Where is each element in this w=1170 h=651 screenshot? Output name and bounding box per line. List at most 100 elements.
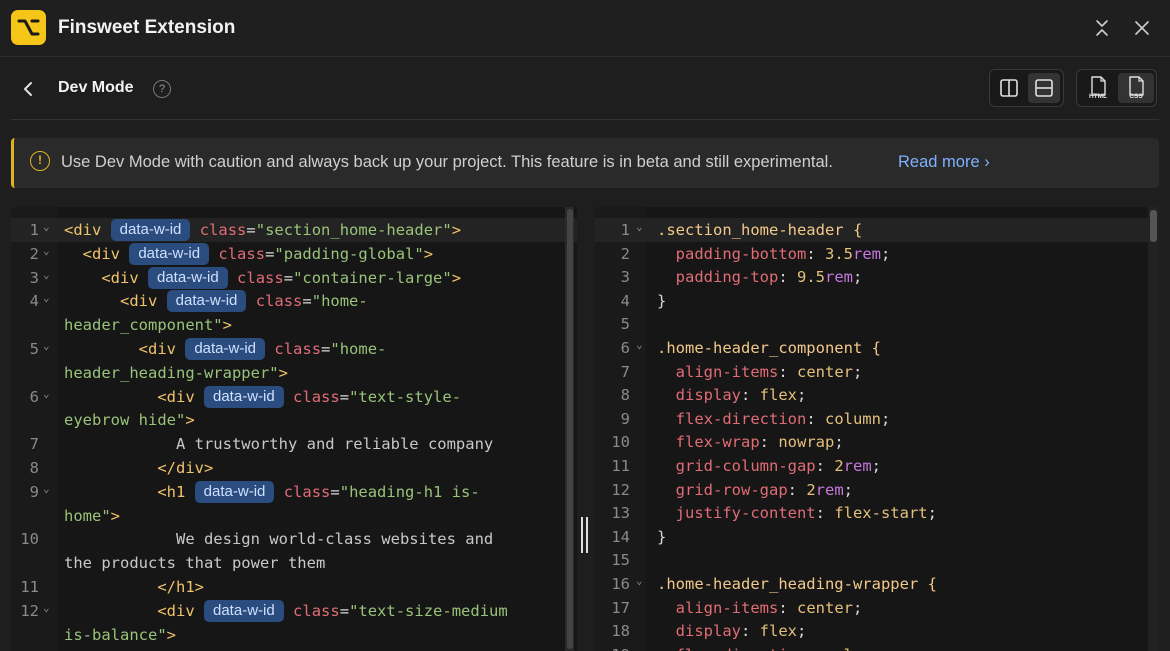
css-value: column xyxy=(825,646,881,651)
code-text: padding-top: 9.5rem; xyxy=(657,265,863,289)
css-unit: rem xyxy=(815,480,844,499)
warning-icon: ! xyxy=(30,151,50,171)
line-number: 10 xyxy=(20,530,39,549)
css-property: grid-row-gap xyxy=(657,480,788,499)
fold-chevron-icon[interactable]: ⌄ xyxy=(43,215,50,239)
page-title: Dev Mode xyxy=(58,79,134,96)
css-colon: : xyxy=(806,409,825,428)
html-code-pane[interactable]: 1 ⌄ <div data-w-id class="section_home-hea… xyxy=(11,207,577,651)
line-number: 6 xyxy=(620,339,630,357)
css-property: padding-bottom xyxy=(657,244,807,263)
css-colon: : xyxy=(741,386,760,405)
css-property: justify-content xyxy=(657,504,816,523)
line-number: 1 xyxy=(29,221,39,239)
code-line: 12 ⌄ <div data-w-id class="text-size-medi… xyxy=(11,599,577,623)
data-w-id-badge[interactable]: data-w-id xyxy=(204,385,284,408)
fold-chevron-icon[interactable]: ⌄ xyxy=(636,333,643,357)
tag-open: <div xyxy=(64,601,195,620)
fold-chevron-icon[interactable]: ⌄ xyxy=(43,382,50,406)
css-semicolon: ; xyxy=(927,504,937,523)
line-number: 2 xyxy=(29,244,39,263)
fold-chevron-icon[interactable]: ⌄ xyxy=(636,569,643,593)
data-w-id-badge[interactable]: data-w-id xyxy=(204,599,284,622)
tag-close: </div> xyxy=(64,459,214,477)
fold-chevron-icon[interactable]: ⌄ xyxy=(636,215,643,239)
line-number: 3 xyxy=(29,268,39,287)
code-text: display: flex; xyxy=(657,383,807,407)
line-number: 16 xyxy=(611,575,630,593)
collapse-icon[interactable] xyxy=(1091,17,1113,39)
css-value: center xyxy=(797,598,853,617)
line-number: 1 xyxy=(620,221,630,239)
data-w-id-badge[interactable]: data-w-id xyxy=(194,480,275,503)
attr-value: home" xyxy=(64,506,111,525)
css-unit: rem xyxy=(852,244,881,263)
code-text: home"> xyxy=(64,504,120,528)
css-property: align-items xyxy=(657,362,779,381)
tag-close: > xyxy=(278,363,288,382)
close-icon[interactable] xyxy=(1131,17,1153,39)
code-line: 6 ⌄ <div data-w-id class="text-style- xyxy=(11,385,577,409)
fold-chevron-icon[interactable]: ⌄ xyxy=(43,596,50,620)
attr-name: class xyxy=(218,244,266,263)
css-colon: : xyxy=(806,244,825,263)
css-semicolon: ; xyxy=(853,598,863,617)
html-label: HTML xyxy=(1088,93,1108,100)
code-line: 11 grid-column-gap: 2rem; xyxy=(594,454,1159,478)
attr-eq: = xyxy=(265,244,275,263)
html-scrollbar-thumb[interactable] xyxy=(567,209,573,649)
code-line: 8 </div> xyxy=(11,456,577,480)
data-w-id-badge[interactable]: data-w-id xyxy=(185,338,266,360)
data-w-id-badge[interactable]: data-w-id xyxy=(166,290,247,313)
title-bar: Finsweet Extension xyxy=(0,0,1170,57)
fold-chevron-icon[interactable]: ⌄ xyxy=(43,477,50,501)
code-line-wrap: is-balance"> xyxy=(11,623,577,647)
attr-name: class xyxy=(237,268,284,287)
split-vertical-icon[interactable] xyxy=(993,73,1025,103)
fold-chevron-icon[interactable]: ⌄ xyxy=(43,334,50,358)
fold-chevron-icon[interactable]: ⌄ xyxy=(43,239,50,263)
css-label: CSS xyxy=(1129,93,1143,100)
css-number: 2 xyxy=(834,457,844,475)
attr-name: class xyxy=(199,221,247,239)
tag-close: > xyxy=(451,221,462,239)
css-colon: : xyxy=(806,646,825,651)
css-code-pane[interactable]: 1 ⌄ .section_home-header {2 padding-bottom… xyxy=(594,207,1159,651)
css-value: nowrap xyxy=(778,433,835,452)
code-line: 17 align-items: center; xyxy=(594,596,1159,620)
fold-chevron-icon[interactable]: ⌄ xyxy=(43,263,50,287)
fold-chevron-icon[interactable]: ⌄ xyxy=(43,286,50,310)
split-horizontal-icon[interactable] xyxy=(1028,73,1060,103)
css-value: center xyxy=(797,362,853,381)
tag-close: </h1> xyxy=(64,578,204,596)
code-text: align-items: center; xyxy=(657,596,863,620)
code-text: display: flex; xyxy=(657,619,807,643)
css-scrollbar-track[interactable] xyxy=(1148,207,1159,651)
css-value: flex-start xyxy=(834,504,928,523)
html-file-icon[interactable]: HTML xyxy=(1080,73,1116,103)
attr-name: class xyxy=(274,340,322,358)
chevron-left-icon[interactable] xyxy=(18,78,40,100)
data-w-id-badge[interactable]: data-w-id xyxy=(129,242,210,265)
data-w-id-badge[interactable]: data-w-id xyxy=(148,266,228,289)
css-property: grid-column-gap xyxy=(657,457,816,475)
code-line-wrap: home"> xyxy=(11,504,577,528)
code-text: header_component"> xyxy=(64,313,232,337)
read-more-link[interactable]: Read more › xyxy=(898,153,990,172)
css-colon: : xyxy=(778,598,797,617)
code-line: 12 grid-row-gap: 2rem; xyxy=(594,478,1159,502)
text-content: We design world-class websites and xyxy=(64,530,494,549)
css-file-icon[interactable]: CSS xyxy=(1118,73,1154,103)
code-line: 7 A trustworthy and reliable company xyxy=(11,432,577,456)
finsweet-logo-icon xyxy=(11,10,46,45)
warning-banner: ! Use Dev Mode with caution and always b… xyxy=(11,138,1159,188)
pane-resize-handle[interactable] xyxy=(581,517,589,553)
code-line-wrap: header_heading-wrapper"> xyxy=(11,361,577,385)
css-number: 2 xyxy=(806,480,816,499)
help-icon[interactable]: ? xyxy=(153,80,171,98)
attr-eq: = xyxy=(321,340,331,358)
data-w-id-badge[interactable]: data-w-id xyxy=(110,219,191,241)
css-scrollbar-thumb[interactable] xyxy=(1150,210,1157,242)
code-line: 19 flex-direction: column; xyxy=(594,643,1159,651)
attr-value: "padding-global" xyxy=(274,244,424,263)
